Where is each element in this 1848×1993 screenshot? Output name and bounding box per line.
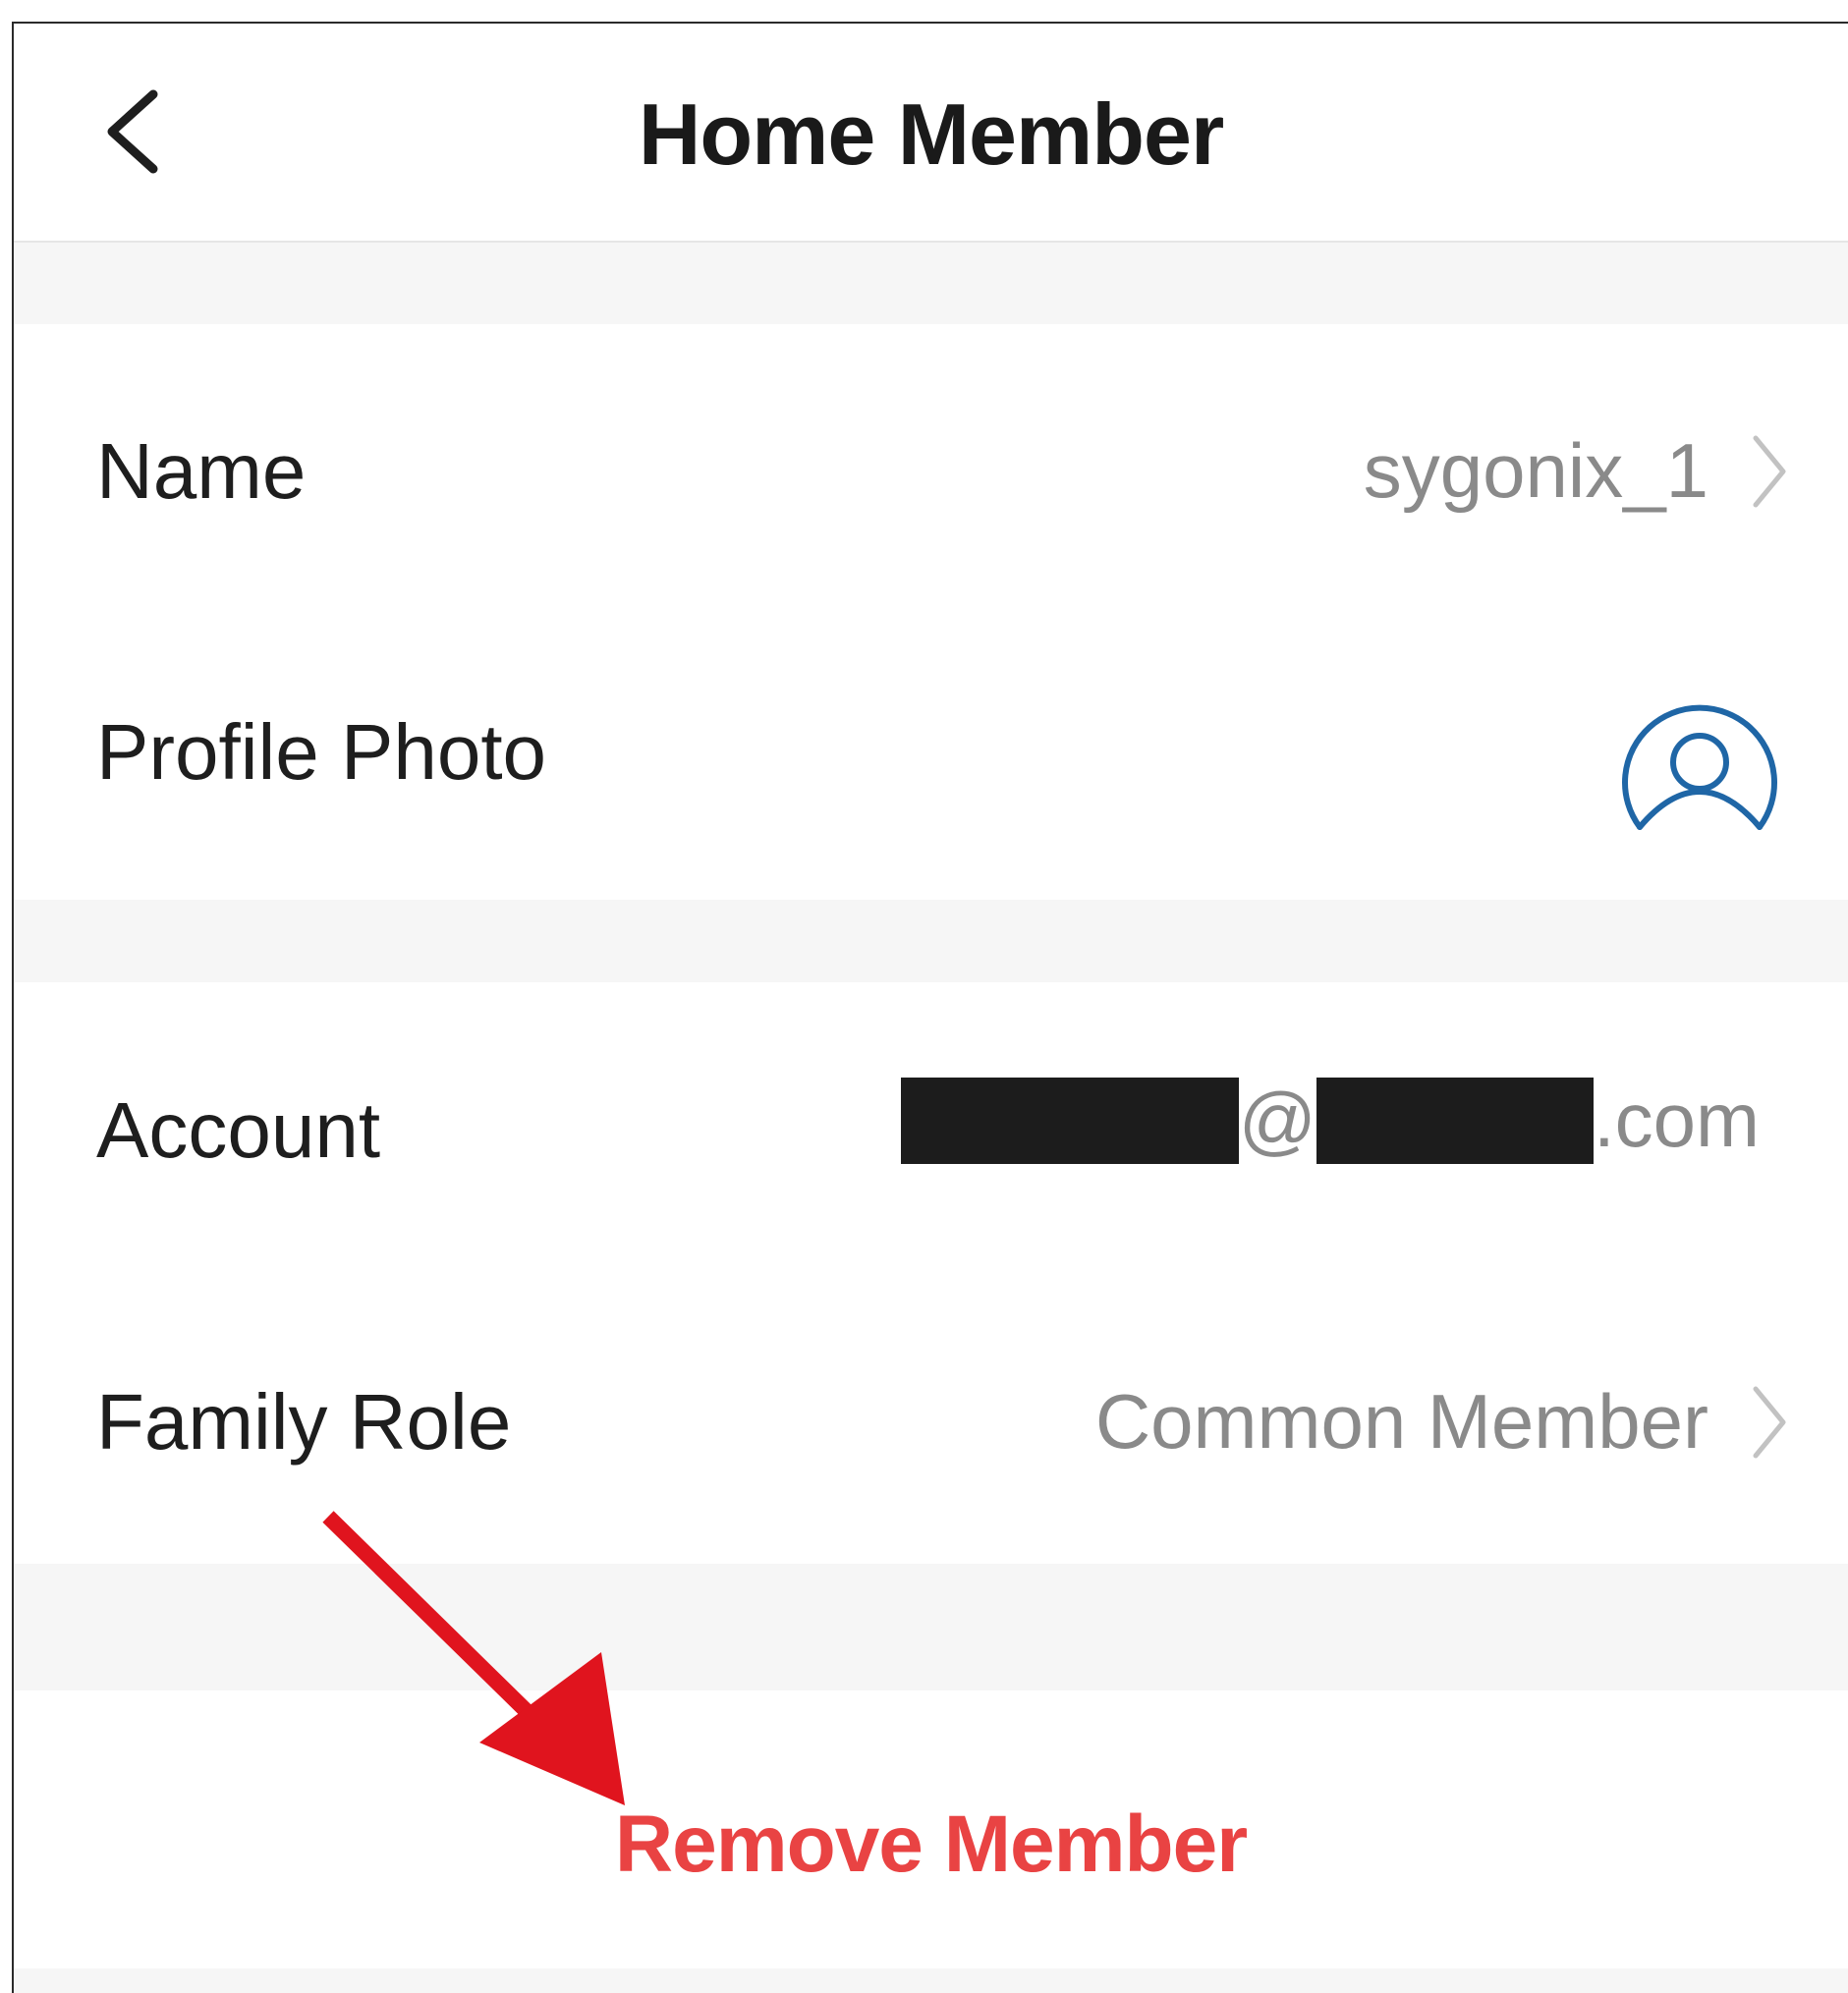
account-domain-suffix: .com bbox=[1593, 1077, 1760, 1163]
page-title: Home Member bbox=[638, 85, 1224, 183]
account-at-sign: @ bbox=[1238, 1077, 1316, 1163]
profile-photo-label: Profile Photo bbox=[96, 708, 547, 796]
red-pointer-arrow-icon bbox=[322, 1511, 625, 1805]
name-label: Name bbox=[96, 427, 307, 515]
account-label: Account bbox=[96, 1086, 381, 1174]
family-role-value: Common Member bbox=[1094, 1378, 1708, 1465]
redacted-domain bbox=[1316, 1077, 1594, 1164]
top-bar: Home Member bbox=[14, 24, 1848, 243]
section-divider bbox=[14, 1968, 1848, 1993]
family-role-label: Family Role bbox=[96, 1378, 512, 1466]
section-divider bbox=[14, 243, 1848, 324]
chevron-right-icon bbox=[1753, 1386, 1786, 1459]
account-row: Account @ .com bbox=[14, 982, 1848, 1271]
section-divider bbox=[14, 900, 1848, 982]
family-role-row[interactable]: Family Role Common Member bbox=[14, 1271, 1848, 1564]
section-divider bbox=[14, 1564, 1848, 1690]
name-row[interactable]: Name sygonix_1 bbox=[14, 324, 1848, 611]
profile-photo-row[interactable]: Profile Photo bbox=[14, 611, 1848, 900]
app-screen: Home Member Name sygonix_1 Profile Photo… bbox=[12, 22, 1848, 1993]
redacted-username bbox=[900, 1077, 1239, 1164]
chevron-right-icon bbox=[1753, 435, 1786, 508]
remove-member-button[interactable]: Remove Member bbox=[14, 1799, 1848, 1891]
remove-member-row[interactable]: Remove Member bbox=[14, 1690, 1848, 1968]
user-avatar-icon bbox=[1622, 704, 1777, 830]
name-value: sygonix_1 bbox=[1363, 427, 1708, 514]
account-value: @ .com bbox=[900, 1076, 1760, 1165]
